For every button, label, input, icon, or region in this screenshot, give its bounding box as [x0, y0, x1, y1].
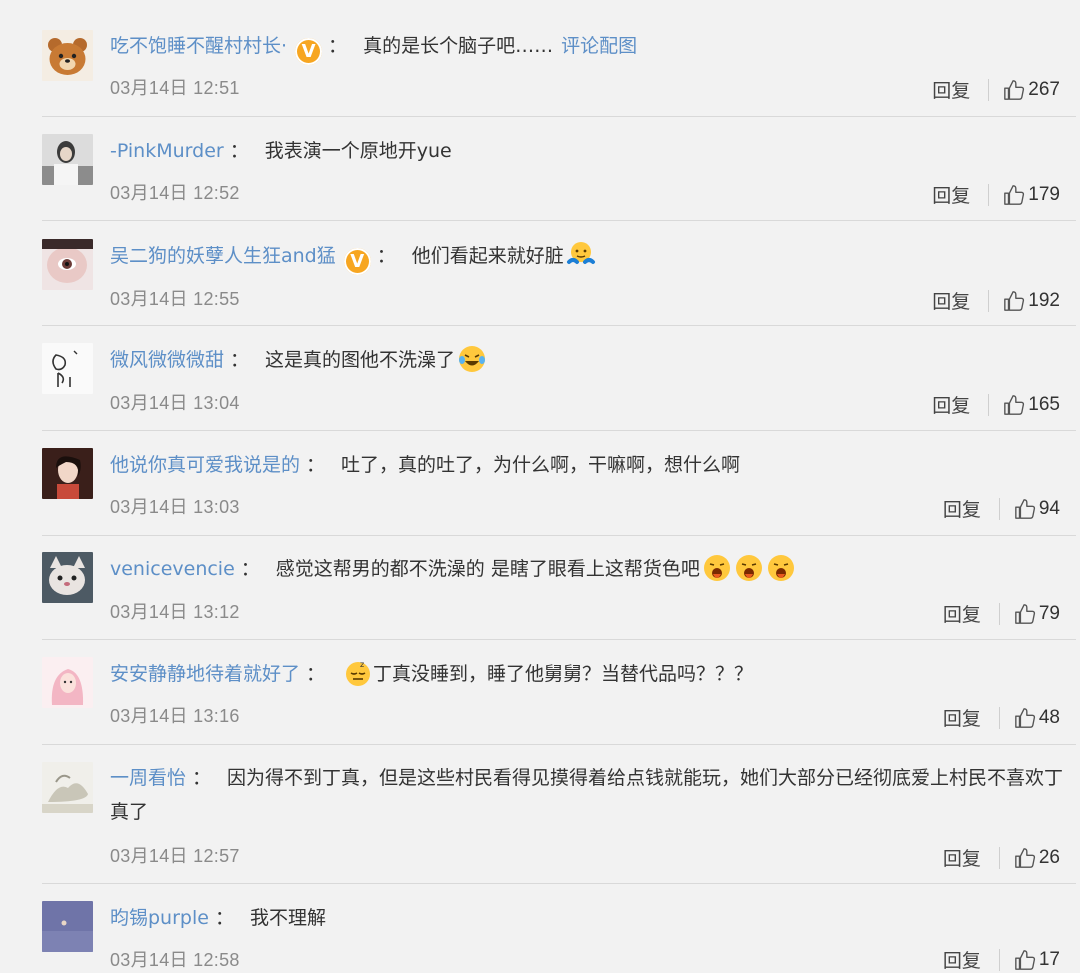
comment-time: 03月14日 13:12: [110, 602, 240, 622]
thumbs-up-icon: [1015, 498, 1035, 519]
username[interactable]: 微风微微微甜: [110, 349, 224, 371]
comment-text: 我不理解: [249, 907, 326, 929]
like-count: 179: [1028, 183, 1060, 205]
username[interactable]: 一周看怡: [110, 767, 186, 789]
divider: [998, 706, 1000, 729]
username[interactable]: venicevencie: [110, 558, 235, 580]
avatar[interactable]: [42, 657, 93, 708]
comment-text: 我表演一个原地开yue: [264, 140, 452, 162]
like-count: 79: [1038, 602, 1060, 624]
like-button[interactable]: 79: [1014, 603, 1060, 625]
divider: [42, 430, 1076, 431]
avatar[interactable]: [42, 30, 93, 81]
comment-time: 03月14日 13:16: [110, 706, 240, 726]
like-count: 192: [1028, 289, 1060, 311]
divider: [998, 497, 1000, 520]
comment-image-link[interactable]: 评论配图: [561, 35, 637, 57]
username[interactable]: 吴二狗的妖孽人生狂and猛: [110, 245, 336, 267]
divider: [42, 744, 1076, 745]
avatar[interactable]: [42, 552, 93, 603]
divider: [42, 220, 1076, 221]
avatar[interactable]: [42, 343, 93, 394]
comment-time: 03月14日 12:57: [110, 846, 240, 866]
comment-time: 03月14日 12:55: [110, 289, 240, 309]
thumbs-up-icon: [1015, 707, 1035, 728]
divider: [988, 183, 990, 206]
username[interactable]: 昀锡purple: [110, 907, 209, 929]
vomit-emoji-icon: [702, 553, 732, 583]
thumbs-up-icon: [1015, 603, 1035, 624]
thumbs-up-icon: [1004, 290, 1025, 311]
verified-badge-icon: V: [295, 38, 323, 65]
thumbs-up-icon: [1004, 79, 1025, 100]
reply-button[interactable]: 回复: [932, 391, 970, 418]
comment-time: 03月14日 12:58: [110, 950, 240, 970]
reply-button[interactable]: 回复: [943, 844, 981, 871]
comment-text: 感觉这帮男的都不洗澡的 是瞎了眼看上这帮货色吧: [275, 558, 700, 580]
like-count: 94: [1038, 497, 1060, 519]
like-count: 26: [1038, 846, 1060, 868]
username[interactable]: 吃不饱睡不醒村村长·: [110, 35, 287, 57]
reply-button[interactable]: 回复: [932, 76, 970, 103]
avatar[interactable]: [42, 239, 93, 290]
thumbs-up-icon: [1004, 394, 1025, 415]
like-button[interactable]: 165: [1003, 394, 1060, 416]
divider: [998, 602, 1000, 625]
reply-button[interactable]: 回复: [943, 600, 981, 627]
reply-button[interactable]: 回复: [943, 704, 981, 731]
reply-button[interactable]: 回复: [943, 495, 981, 522]
divider: [998, 846, 1000, 869]
like-button[interactable]: 17: [1014, 949, 1060, 971]
divider: [42, 535, 1076, 536]
comment-text: 真的是长个脑子吧……: [363, 35, 554, 57]
like-count: 48: [1038, 706, 1060, 728]
thumbs-up-icon: [1004, 184, 1025, 205]
like-button[interactable]: 26: [1014, 847, 1060, 869]
comment-text: 因为得不到丁真，但是这些村民看得见摸得着给点钱就能玩，她们大部分已经彻底爱上村民…: [110, 767, 1064, 823]
comment-time: 03月14日 13:03: [110, 497, 240, 517]
comment-time: 03月14日 13:04: [110, 393, 240, 413]
avatar[interactable]: [42, 448, 93, 499]
divider: [988, 393, 990, 416]
sleepy-emoji-icon: z: [343, 658, 373, 688]
comment-text: 他们看起来就好脏: [411, 245, 564, 267]
avatar[interactable]: [42, 134, 93, 185]
reply-button[interactable]: 回复: [932, 287, 970, 314]
divider: [42, 883, 1076, 884]
vomit-emoji-icon: [734, 553, 764, 583]
like-count: 17: [1038, 948, 1060, 970]
like-button[interactable]: 192: [1003, 290, 1060, 312]
comment-text: 吐了，真的吐了，为什么啊，干嘛啊，想什么啊: [341, 454, 741, 476]
divider: [988, 289, 990, 312]
divider: [42, 639, 1076, 640]
username[interactable]: 他说你真可爱我说是的: [110, 454, 300, 476]
reply-button[interactable]: 回复: [932, 181, 970, 208]
divider: [998, 948, 1000, 971]
verified-badge-icon: V: [343, 248, 371, 275]
avatar[interactable]: [42, 901, 93, 952]
like-button[interactable]: 179: [1003, 184, 1060, 206]
username[interactable]: -PinkMurder: [110, 140, 224, 162]
comment-text: 这是真的图他不洗澡了: [265, 349, 456, 371]
like-count: 165: [1028, 393, 1060, 415]
thumbs-up-icon: [1015, 847, 1035, 868]
like-button[interactable]: 267: [1003, 79, 1060, 101]
svg-text:z: z: [360, 660, 364, 669]
comment-time: 03月14日 12:51: [110, 78, 240, 98]
laughing-tears-emoji-icon: [457, 344, 487, 374]
like-count: 267: [1028, 78, 1060, 100]
comment-time: 03月14日 12:52: [110, 183, 240, 203]
comment-text: 丁真没睡到，睡了他舅舅？当替代品吗？？？: [373, 663, 754, 685]
avatar[interactable]: [42, 762, 93, 813]
username[interactable]: 安安静静地待着就好了: [110, 663, 300, 685]
divider: [42, 325, 1076, 326]
vomit-emoji-icon: [766, 553, 796, 583]
divider: [42, 116, 1076, 117]
shrug-emoji-icon: [566, 240, 596, 270]
divider: [988, 78, 990, 101]
thumbs-up-icon: [1015, 949, 1035, 970]
like-button[interactable]: 94: [1014, 498, 1060, 520]
like-button[interactable]: 48: [1014, 707, 1060, 729]
